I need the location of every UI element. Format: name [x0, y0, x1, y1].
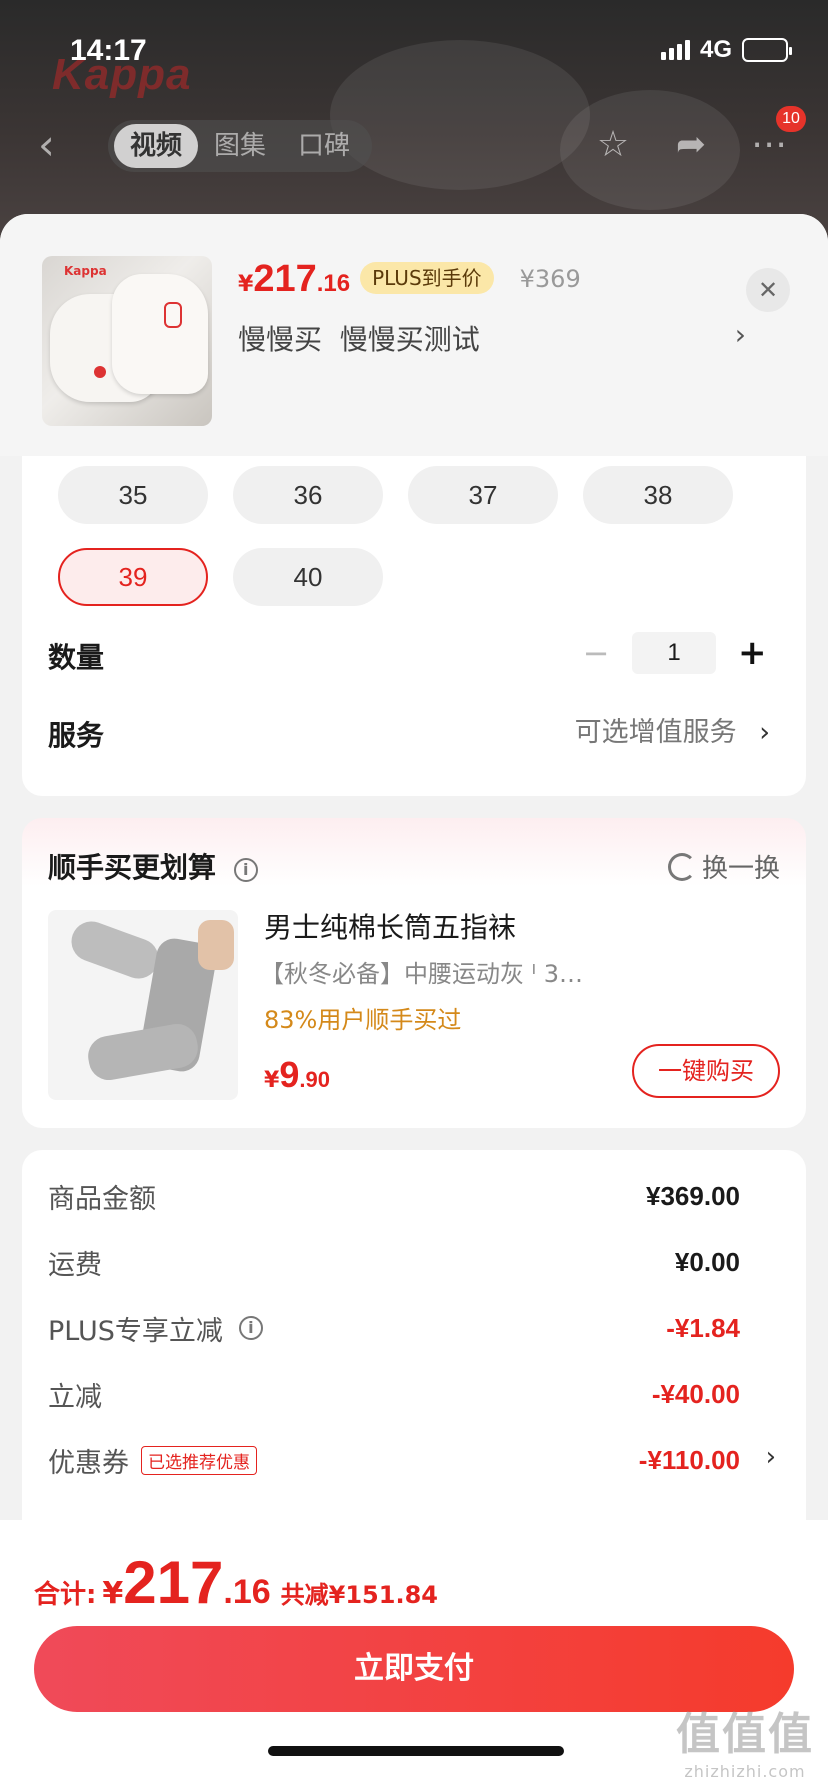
- summary-value: -¥1.84: [666, 1312, 740, 1343]
- site-watermark: 值值值 zhizhizhi.com: [676, 1698, 814, 1781]
- recommend-product-name[interactable]: 男士纯棉长筒五指袜: [264, 906, 516, 946]
- media-tabs: 视频 图集 口碑: [108, 120, 373, 172]
- info-icon[interactable]: i: [233, 858, 258, 882]
- original-price: ¥369: [519, 265, 581, 293]
- coupon-label: 优惠券: [48, 1447, 129, 1479]
- chevron-right-icon[interactable]: ›: [766, 1442, 776, 1472]
- summary-label: 优惠券 已选推荐优惠: [48, 1441, 257, 1480]
- coupon-row[interactable]: 优惠券 已选推荐优惠 -¥110.00: [48, 1440, 740, 1480]
- total-price: 合计: ¥ 217 .16 共减¥151.84: [34, 1548, 438, 1617]
- summary-value: -¥40.00: [651, 1378, 740, 1409]
- shoe-logo-icon: [164, 302, 182, 328]
- summary-value: -¥110.00: [638, 1444, 740, 1475]
- summary-label: 运费: [48, 1249, 102, 1281]
- battery-icon: [742, 38, 792, 62]
- chevron-right-icon: ›: [759, 717, 770, 748]
- recommend-title: 顺手买更划算 i: [48, 846, 258, 886]
- swap-button[interactable]: 换一换: [667, 848, 780, 885]
- summary-label: PLUS专享立减 i: [48, 1309, 263, 1348]
- size-options: 35 36 37 38 39 40: [58, 466, 733, 606]
- summary-label: 商品金额: [48, 1183, 156, 1215]
- price-decimal: .90: [299, 1067, 330, 1092]
- price-integer: 9: [279, 1054, 300, 1095]
- chevron-right-icon[interactable]: ›: [735, 318, 746, 351]
- total-label: 合计:: [34, 1580, 97, 1610]
- service-label: 服务: [48, 719, 105, 752]
- one-click-buy-button[interactable]: 一键购买: [632, 1044, 780, 1098]
- quantity-label: 数量: [48, 641, 105, 674]
- selected-spec[interactable]: 慢慢买 慢慢买测试: [238, 318, 480, 358]
- swap-label: 换一换: [701, 854, 780, 884]
- size-option[interactable]: 38: [583, 466, 733, 524]
- service-selector[interactable]: 可选增值服务 ›: [575, 710, 770, 749]
- tab-reviews[interactable]: 口碑: [282, 124, 366, 168]
- quantity-minus-button[interactable]: −: [582, 634, 610, 672]
- quantity-stepper: − 1 +: [582, 632, 767, 674]
- signal-icon: [660, 40, 690, 60]
- price-currency: ¥: [264, 1068, 280, 1093]
- info-icon[interactable]: i: [238, 1316, 263, 1340]
- price-integer: 217: [253, 258, 317, 300]
- share-icon[interactable]: ➦: [668, 122, 714, 168]
- summary-row: 立减 -¥40.00: [48, 1374, 740, 1414]
- price-decimal: .16: [316, 270, 351, 297]
- home-indicator: [268, 1746, 564, 1756]
- purchase-sheet: Kappa ¥ 217 .16 PLUS到手价 ¥369 慢慢买 慢慢买测试 ›…: [0, 214, 828, 1792]
- summary-label: 立减: [48, 1381, 102, 1413]
- status-icons: 4G: [660, 36, 792, 64]
- kappa-logo-icon: Kappa: [64, 264, 107, 278]
- close-icon[interactable]: ✕: [746, 268, 790, 312]
- watermark-sub: zhizhizhi.com: [684, 1762, 806, 1781]
- size-option[interactable]: 35: [58, 466, 208, 524]
- product-thumbnail: Kappa: [42, 256, 212, 426]
- flower-icon: [94, 366, 106, 378]
- status-time: 14:17: [70, 34, 147, 67]
- plus-price-tag: PLUS到手价: [360, 262, 494, 294]
- checkout-footer: 合计: ¥ 217 .16 共减¥151.84 立即支付 值值值 zhizhiz…: [0, 1520, 828, 1792]
- summary-row: 运费 ¥0.00: [48, 1242, 740, 1282]
- total-currency: ¥: [102, 1576, 124, 1611]
- more-icon[interactable]: ⋯ 10: [746, 106, 806, 168]
- recommend-card: 顺手买更划算 i 换一换 男士纯棉长筒五指袜 【秋冬必备】中腰运动灰 ᴵ 3… …: [22, 818, 806, 1128]
- plus-discount-label: PLUS专享立减: [48, 1315, 223, 1347]
- recommend-product-spec[interactable]: 【秋冬必备】中腰运动灰 ᴵ 3…: [260, 954, 583, 989]
- size-option[interactable]: 36: [233, 466, 383, 524]
- recommend-bought-rate: 83%用户顺手买过: [264, 1006, 462, 1034]
- size-option[interactable]: 37: [408, 466, 558, 524]
- nav-actions: ☆ ➦ ⋯ 10: [590, 106, 806, 168]
- star-icon[interactable]: ☆: [590, 122, 636, 168]
- quantity-input[interactable]: 1: [632, 632, 716, 674]
- product-price: ¥ 217 .16 PLUS到手价 ¥369: [238, 258, 581, 301]
- spec-card: 35 36 37 38 39 40 数量 − 1 + 服务 可选增值服务 ›: [22, 456, 806, 796]
- quantity-plus-button[interactable]: +: [738, 633, 767, 673]
- back-arrow-icon[interactable]: ‹: [38, 122, 78, 168]
- total-integer: 217: [123, 1549, 224, 1616]
- recommend-title-text: 顺手买更划算: [48, 851, 217, 884]
- summary-value: ¥369.00: [646, 1180, 740, 1211]
- total-saving: 共减¥151.84: [280, 1581, 438, 1609]
- total-decimal: .16: [223, 1573, 271, 1611]
- summary-row: PLUS专享立减 i -¥1.84: [48, 1308, 740, 1348]
- notification-badge: 10: [776, 106, 806, 132]
- tab-video[interactable]: 视频: [114, 124, 199, 168]
- size-option[interactable]: 40: [233, 548, 383, 606]
- network-type: 4G: [699, 36, 732, 63]
- coupon-tag: 已选推荐优惠: [141, 1445, 257, 1475]
- service-value: 可选增值服务: [574, 717, 737, 748]
- recommend-product-image[interactable]: [48, 910, 238, 1100]
- tab-gallery[interactable]: 图集: [198, 124, 282, 168]
- refresh-icon: [667, 852, 696, 881]
- price-summary-card: 商品金额 ¥369.00 运费 ¥0.00 PLUS专享立减 i -¥1.84 …: [22, 1150, 806, 1550]
- summary-value: ¥0.00: [674, 1246, 740, 1277]
- price-currency: ¥: [238, 272, 254, 297]
- size-option-selected[interactable]: 39: [58, 548, 208, 606]
- sheet-header: Kappa ¥ 217 .16 PLUS到手价 ¥369 慢慢买 慢慢买测试 ›…: [0, 214, 828, 456]
- recommend-product-price: ¥ 9 .90: [264, 1054, 330, 1096]
- top-nav: ‹ 视频 图集 口碑 ☆ ➦ ⋯ 10: [0, 106, 828, 176]
- watermark-main: 值值值: [676, 1709, 814, 1760]
- summary-row: 商品金额 ¥369.00: [48, 1176, 740, 1216]
